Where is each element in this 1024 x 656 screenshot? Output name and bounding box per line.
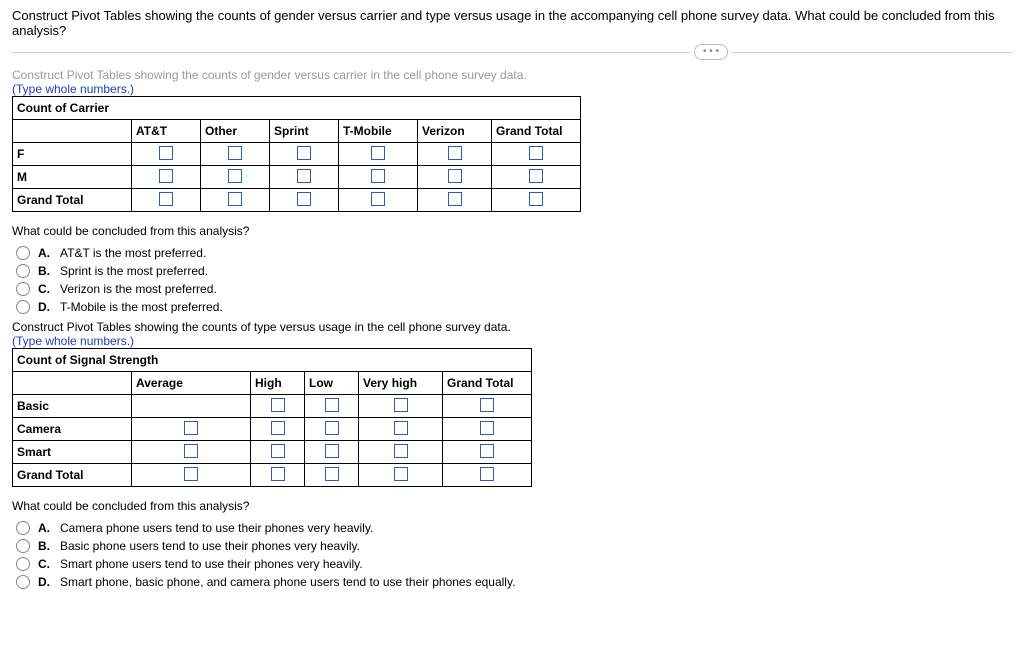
input-cell[interactable] xyxy=(271,421,285,435)
input-cell[interactable] xyxy=(529,169,543,183)
input-cell[interactable] xyxy=(297,192,311,206)
section1-instruction: Construct Pivot Tables showing the count… xyxy=(12,68,1012,82)
input-cell[interactable] xyxy=(325,421,339,435)
col-header: Very high xyxy=(359,372,443,395)
table2-title: Count of Signal Strength xyxy=(13,349,532,372)
radio-icon[interactable] xyxy=(16,246,30,260)
row-header: Grand Total xyxy=(13,464,132,487)
input-cell[interactable] xyxy=(394,467,408,481)
input-cell[interactable] xyxy=(371,146,385,160)
page-question: Construct Pivot Tables showing the count… xyxy=(12,8,1012,38)
option-c[interactable]: C.Verizon is the most preferred. xyxy=(16,282,1012,296)
row-header: Grand Total xyxy=(13,189,132,212)
option-c[interactable]: C.Smart phone users tend to use their ph… xyxy=(16,557,1012,571)
input-cell[interactable] xyxy=(184,467,198,481)
section1-options: A.AT&T is the most preferred. B.Sprint i… xyxy=(16,246,1012,314)
option-a[interactable]: A.AT&T is the most preferred. xyxy=(16,246,1012,260)
section1-type-hint: (Type whole numbers.) xyxy=(12,82,1012,96)
col-header: Low xyxy=(305,372,359,395)
row-header: F xyxy=(13,143,132,166)
input-cell[interactable] xyxy=(325,467,339,481)
col-header: Verizon xyxy=(418,120,492,143)
input-cell[interactable] xyxy=(271,398,285,412)
row-header: M xyxy=(13,166,132,189)
section2-options: A.Camera phone users tend to use their p… xyxy=(16,521,1012,589)
input-cell[interactable] xyxy=(394,421,408,435)
input-cell[interactable] xyxy=(228,146,242,160)
radio-icon[interactable] xyxy=(16,557,30,571)
option-d[interactable]: D.T-Mobile is the most preferred. xyxy=(16,300,1012,314)
input-cell[interactable] xyxy=(371,169,385,183)
col-header: Grand Total xyxy=(443,372,532,395)
input-cell[interactable] xyxy=(271,467,285,481)
option-b[interactable]: B.Basic phone users tend to use their ph… xyxy=(16,539,1012,553)
input-cell[interactable] xyxy=(448,192,462,206)
input-cell[interactable] xyxy=(159,192,173,206)
radio-icon[interactable] xyxy=(16,264,30,278)
table1-title: Count of Carrier xyxy=(13,97,581,120)
input-cell[interactable] xyxy=(529,192,543,206)
col-header: Grand Total xyxy=(492,120,581,143)
row-header: Camera xyxy=(13,418,132,441)
col-header: Average xyxy=(132,372,251,395)
radio-icon[interactable] xyxy=(16,521,30,535)
col-header: Sprint xyxy=(270,120,339,143)
input-cell[interactable] xyxy=(184,444,198,458)
section2-question: What could be concluded from this analys… xyxy=(12,499,1012,513)
input-cell[interactable] xyxy=(371,192,385,206)
row-header: Smart xyxy=(13,441,132,464)
section2-instruction: Construct Pivot Tables showing the count… xyxy=(12,320,1012,334)
input-cell[interactable] xyxy=(297,169,311,183)
option-a[interactable]: A.Camera phone users tend to use their p… xyxy=(16,521,1012,535)
input-cell[interactable] xyxy=(448,146,462,160)
input-cell[interactable] xyxy=(228,169,242,183)
radio-icon[interactable] xyxy=(16,300,30,314)
input-cell[interactable] xyxy=(480,398,494,412)
input-cell[interactable] xyxy=(228,192,242,206)
option-d[interactable]: D.Smart phone, basic phone, and camera p… xyxy=(16,575,1012,589)
input-cell[interactable] xyxy=(529,146,543,160)
radio-icon[interactable] xyxy=(16,282,30,296)
input-cell[interactable] xyxy=(480,421,494,435)
section1-question: What could be concluded from this analys… xyxy=(12,224,1012,238)
input-cell[interactable] xyxy=(394,444,408,458)
input-cell[interactable] xyxy=(184,421,198,435)
input-cell[interactable] xyxy=(271,444,285,458)
input-cell[interactable] xyxy=(325,444,339,458)
row-header: Basic xyxy=(13,395,132,418)
pivot-table-signal: Count of Signal Strength Average High Lo… xyxy=(12,348,532,487)
input-cell[interactable] xyxy=(480,444,494,458)
input-cell[interactable] xyxy=(325,398,339,412)
divider: • • • xyxy=(12,44,1012,60)
col-header: Other xyxy=(201,120,270,143)
input-cell[interactable] xyxy=(480,467,494,481)
radio-icon[interactable] xyxy=(16,539,30,553)
radio-icon[interactable] xyxy=(16,575,30,589)
input-cell[interactable] xyxy=(159,146,173,160)
col-header: AT&T xyxy=(132,120,201,143)
section2-type-hint: (Type whole numbers.) xyxy=(12,334,1012,348)
pivot-table-carrier: Count of Carrier AT&T Other Sprint T-Mob… xyxy=(12,96,581,212)
col-header: T-Mobile xyxy=(339,120,418,143)
input-cell[interactable] xyxy=(394,398,408,412)
input-cell[interactable] xyxy=(297,146,311,160)
option-b[interactable]: B.Sprint is the most preferred. xyxy=(16,264,1012,278)
col-header: High xyxy=(251,372,305,395)
input-cell[interactable] xyxy=(448,169,462,183)
more-button[interactable]: • • • xyxy=(694,44,728,60)
input-cell[interactable] xyxy=(159,169,173,183)
